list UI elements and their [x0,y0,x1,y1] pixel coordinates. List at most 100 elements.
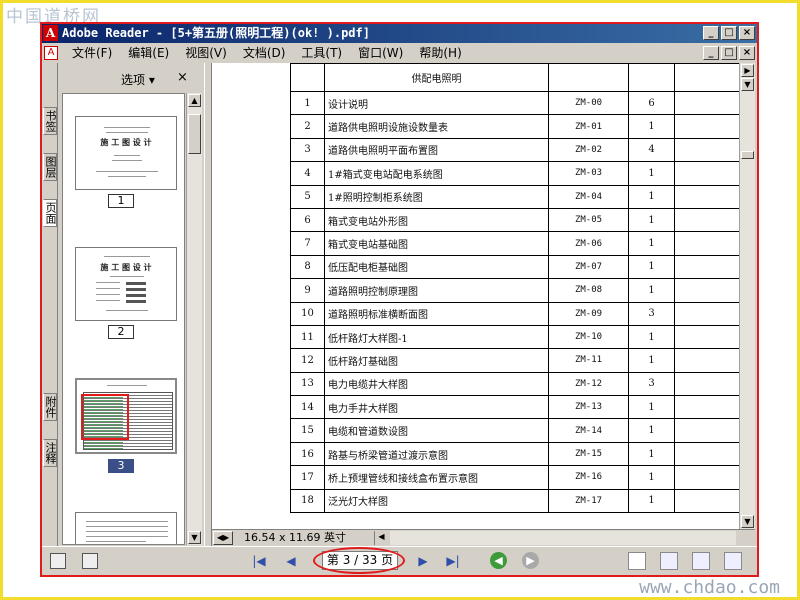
pages-panel: 选项 ▾ × 施 工 图 设 计 1 施 工 图 设 计 2 3 ▲ ▼ [59,63,204,550]
table-row: 16 路基与桥梁管道过渡示意图 ZM-15 1 [290,441,739,467]
document-icon[interactable]: A [44,46,58,60]
panel-splitter[interactable] [204,63,212,550]
drawing-code: ZM-16 [548,465,629,490]
tab-comments[interactable]: 注释 [43,439,57,467]
doc-scroll-thumb[interactable] [741,151,754,159]
doc-close-button[interactable]: × [739,46,755,60]
page-thumbnail-2[interactable]: 施 工 图 设 计 [75,247,177,321]
sheet-count: 1 [628,441,675,467]
row-number: 12 [290,348,325,373]
drawing-code: ZM-06 [548,231,629,256]
close-button[interactable]: × [739,26,755,40]
document-page: 供配电照明 1 设计说明 ZM-00 6 2 道路供电照明设施设数量表 ZM-01 1 3 道路供… [290,63,739,529]
row-number: 14 [290,395,325,420]
remarks-cell [674,348,739,373]
table-row: 13 电力电缆井大样图 ZM-12 3 [290,371,739,397]
drawing-code: ZM-11 [548,348,629,373]
drawing-code: ZM-09 [548,301,629,326]
row-number: 10 [290,301,325,326]
table-row: 3 道路供电照明平面布置图 ZM-02 4 [290,137,739,163]
minimize-button[interactable]: _ [703,26,719,40]
doc-scroll-bottom-icon[interactable]: ▼ [741,515,754,528]
document-properties-icon[interactable] [82,553,98,569]
doc-scroll-up-icon[interactable]: ▶ [741,64,754,77]
menu-file[interactable]: 文件(F) [64,43,120,63]
row-number: 8 [290,254,325,280]
sheet-count: 1 [628,395,675,420]
scroll-up-arrow-icon[interactable]: ▲ [188,94,201,107]
drawing-name: 1#照明控制柜系统图 [324,184,549,209]
page-number-highlight [313,547,405,574]
hscroll-track[interactable] [390,531,736,545]
navigation-tabs: 书签 图层 页面 附件 注释 [42,63,58,550]
facing-layout-icon[interactable] [692,552,710,570]
tab-attachments[interactable]: 附件 [43,393,57,421]
page-number-label[interactable]: 2 [108,325,134,339]
remarks-cell [674,418,739,443]
page-thumbnail-1[interactable]: 施 工 图 设 计 [75,116,177,190]
drawing-name: 道路照明标准横断面图 [324,301,549,326]
previous-page-button[interactable]: ◀ [282,553,300,569]
section-title: 供配电照明 [324,63,549,92]
single-page-layout-icon[interactable] [628,552,646,570]
menu-tools[interactable]: 工具(T) [293,43,350,63]
doc-scroll-down-small-icon[interactable]: ▼ [741,78,754,91]
page-thumbnail-3[interactable] [75,378,177,454]
sheet-count: 1 [628,278,675,303]
last-page-button[interactable]: ▶| [444,553,462,569]
page-number-label[interactable]: 1 [108,194,134,208]
drawing-code: ZM-10 [548,324,629,350]
panel-scrollbar[interactable]: ▲ ▼ [186,93,202,545]
sheet-count: 4 [628,137,675,163]
page-thumbnail-4[interactable] [75,512,177,544]
maximize-button[interactable]: □ [721,26,737,40]
row-number: 15 [290,418,325,443]
doc-restore-button[interactable]: □ [721,46,737,60]
options-button[interactable]: 选项 ▾ [121,71,155,88]
menu-help[interactable]: 帮助(H) [411,43,469,63]
continuous-facing-layout-icon[interactable] [724,552,742,570]
tab-pages[interactable]: 页面 [43,199,57,227]
tab-bookmarks[interactable]: 书签 [43,107,57,135]
drawing-name: 电缆和管道数设图 [324,418,549,443]
window-title: Adobe Reader - [5+第五册(照明工程)(ok! ).pdf] [62,26,370,40]
sheet-count: 1 [628,465,675,490]
monitor-icon[interactable] [50,553,66,569]
remarks-cell [674,231,739,256]
menu-document[interactable]: 文档(D) [235,43,294,63]
page-size-readout: 16.54 x 11.69 英寸 [244,531,346,544]
panel-scroll-thumb[interactable] [188,114,201,154]
sheet-count: 1 [628,254,675,280]
remarks-cell [674,301,739,326]
drawing-code: ZM-00 [548,90,629,116]
row-number: 7 [290,231,325,256]
sheet-count: 1 [628,161,675,186]
menu-edit[interactable]: 编辑(E) [120,43,177,63]
scroll-down-arrow-icon[interactable]: ▼ [188,531,201,544]
title-bar[interactable]: A Adobe Reader - [5+第五册(照明工程)(ok! ).pdf]… [42,24,757,43]
view-region-indicator[interactable] [81,394,129,440]
doc-minimize-button[interactable]: _ [703,46,719,60]
panel-header: 选项 ▾ × [59,63,204,93]
panel-close-button[interactable]: × [177,70,188,85]
remarks-cell [674,137,739,163]
go-forward-icon[interactable]: ▶ [522,552,539,569]
table-row: 6 箱式变电站外形图 ZM-05 1 [290,207,739,233]
split-arrows-icon[interactable]: ◀▶ [213,531,233,545]
continuous-layout-icon[interactable] [660,552,678,570]
hscroll-left-icon[interactable]: ◀ [374,531,388,545]
drawing-name: 道路供电照明设施设数量表 [324,114,549,139]
tab-layers[interactable]: 图层 [43,153,57,181]
drawing-name: 道路供电照明平面布置图 [324,137,549,163]
next-page-button[interactable]: ▶ [414,553,432,569]
page-number-label-selected[interactable]: 3 [108,459,134,473]
table-row: 15 电缆和管道数设图 ZM-14 1 [290,418,739,443]
remarks-cell [674,90,739,116]
drawing-name: 电力电缆井大样图 [324,371,549,397]
drawing-name: 设计说明 [324,90,549,116]
menu-view[interactable]: 视图(V) [177,43,235,63]
go-back-icon[interactable]: ◀ [490,552,507,569]
first-page-button[interactable]: |◀ [250,553,268,569]
menu-window[interactable]: 窗口(W) [350,43,411,63]
document-scrollbar[interactable]: ▶ ▼ ▼ [739,63,755,529]
